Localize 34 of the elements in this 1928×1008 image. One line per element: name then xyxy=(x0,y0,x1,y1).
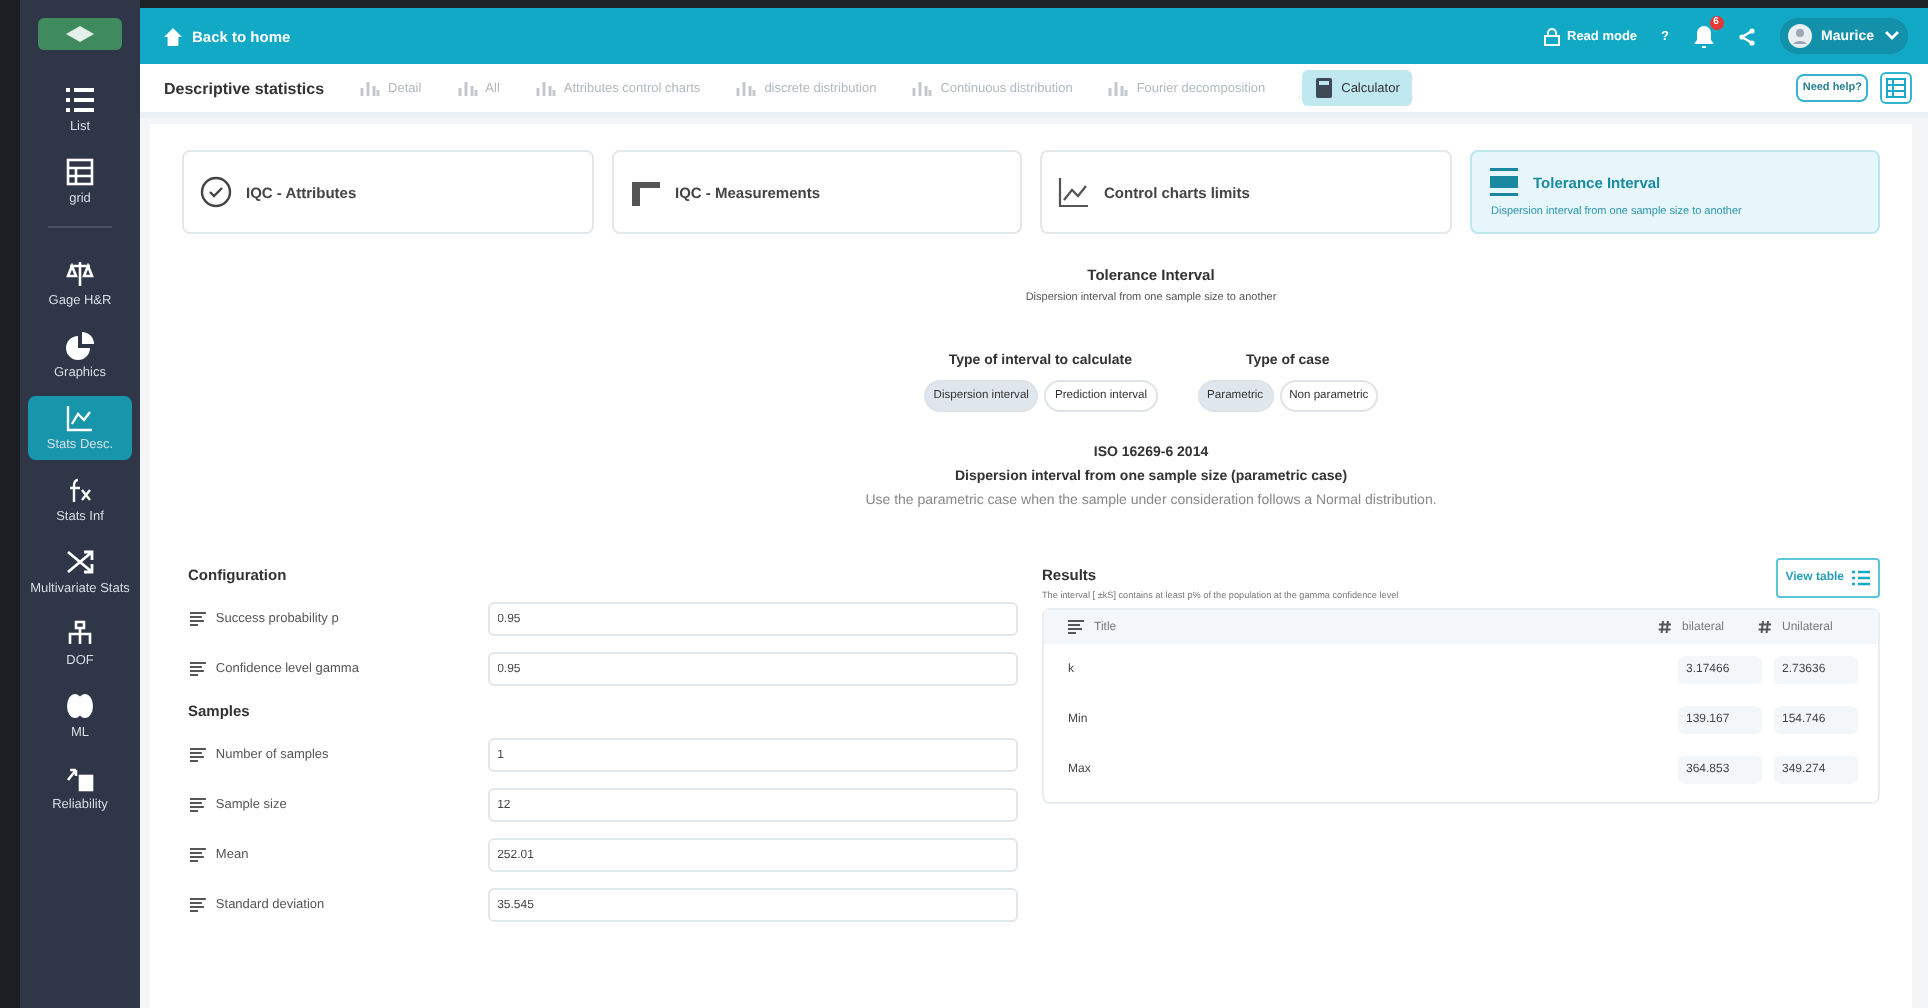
line-chart-icon xyxy=(1058,176,1090,208)
check-circle-icon xyxy=(200,176,232,208)
field-type-icon xyxy=(190,662,206,676)
list-icon xyxy=(1852,570,1870,586)
share-icon[interactable] xyxy=(1737,27,1756,45)
calculator-icon xyxy=(1313,78,1334,98)
grid-icon xyxy=(66,158,94,186)
number-column-icon xyxy=(1758,620,1772,634)
table-icon xyxy=(1886,78,1906,98)
field-type-icon xyxy=(190,612,206,626)
hierarchy-icon xyxy=(66,620,94,648)
lock-icon xyxy=(1543,27,1559,45)
line-chart-icon xyxy=(66,404,94,432)
pie-chart-icon xyxy=(66,332,94,360)
logo-icon xyxy=(64,24,96,44)
field-type-icon xyxy=(190,848,206,862)
bars-icon xyxy=(1487,166,1519,198)
field-type-icon xyxy=(190,898,206,912)
home-icon xyxy=(164,27,182,45)
shuffle-icon xyxy=(66,548,94,576)
brain-icon xyxy=(66,692,94,720)
logo-button[interactable] xyxy=(38,18,122,50)
page-title: Descriptive statistics xyxy=(164,79,325,97)
field-type-icon xyxy=(190,748,206,762)
function-icon xyxy=(66,476,94,504)
grid-button[interactable] xyxy=(1880,72,1912,104)
chevron-down-icon xyxy=(1884,30,1900,42)
avatar-icon xyxy=(1787,24,1812,48)
text-column-icon xyxy=(1068,620,1084,634)
number-column-icon xyxy=(1658,620,1672,634)
bell-icon[interactable] xyxy=(1693,25,1714,47)
field-type-icon xyxy=(190,798,206,812)
scale-icon xyxy=(66,260,94,288)
list-icon xyxy=(66,86,94,114)
